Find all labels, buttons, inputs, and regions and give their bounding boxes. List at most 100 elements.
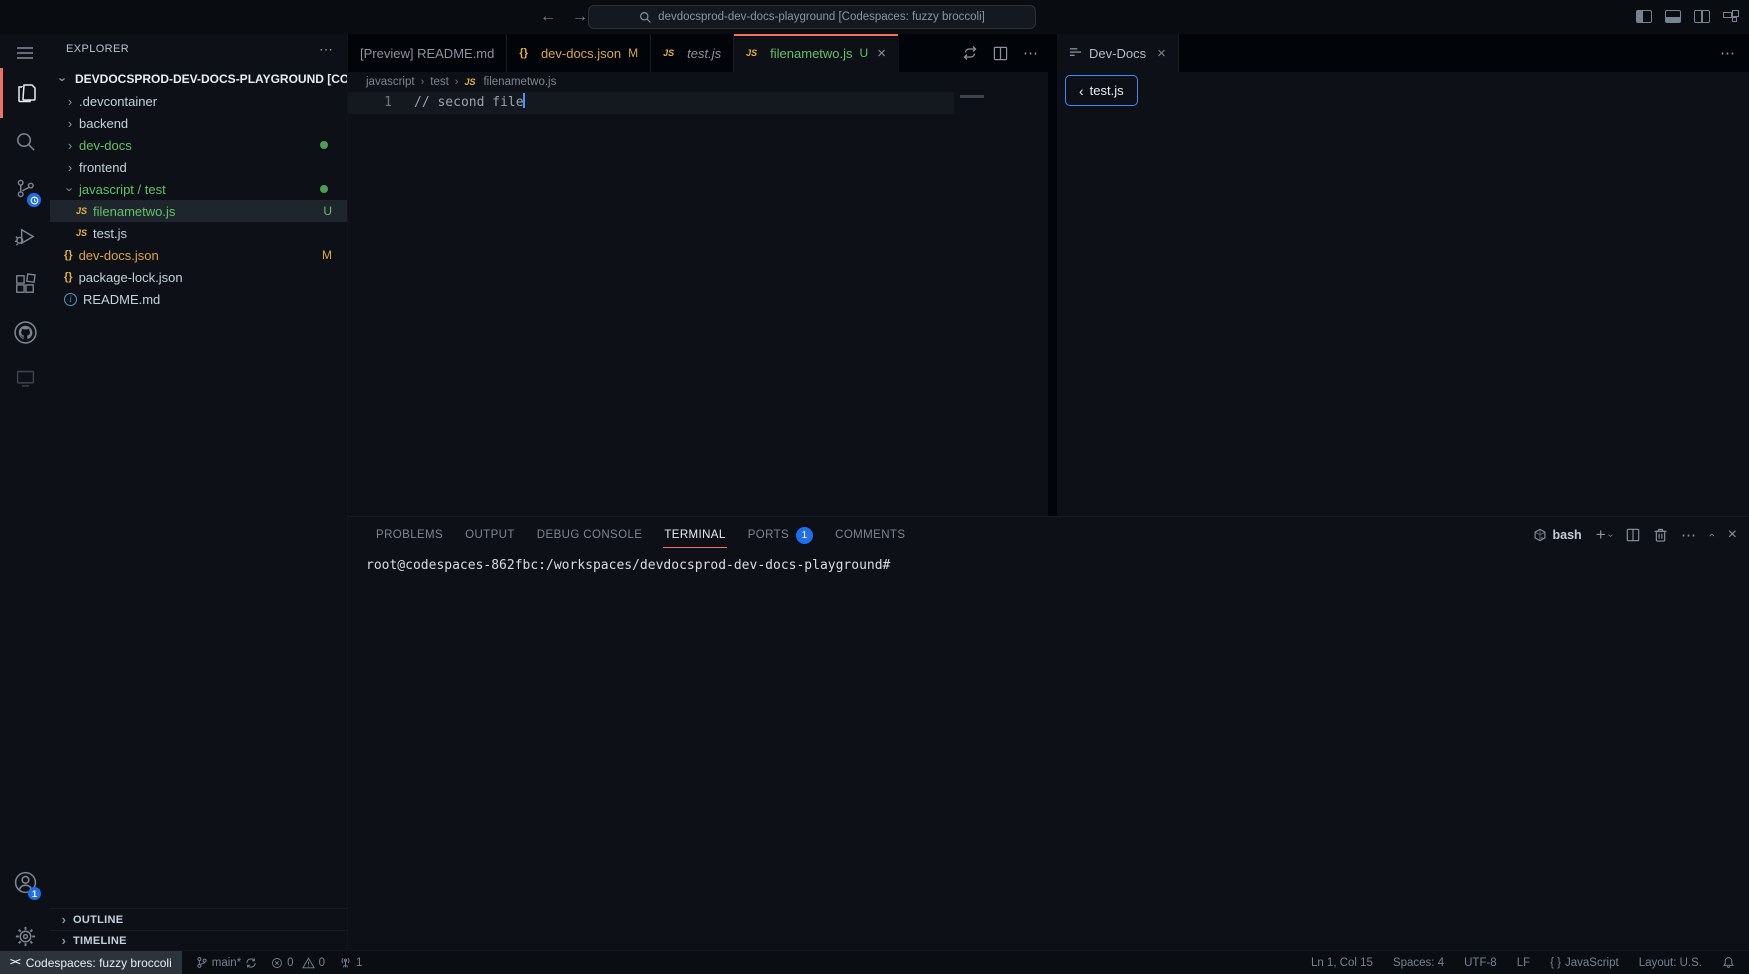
tree-item-label: test.js <box>93 226 127 241</box>
devdocs-more-actions-icon[interactable]: ⋯ <box>1720 34 1735 72</box>
customize-layout-icon[interactable] <box>1723 10 1739 23</box>
close-icon[interactable]: × <box>877 45 886 62</box>
tree-item-frontend[interactable]: ›frontend <box>50 156 347 178</box>
panel-tab-output[interactable]: OUTPUT <box>454 517 526 553</box>
toggle-panel-icon[interactable] <box>1665 10 1681 23</box>
open-changes-icon[interactable] <box>962 45 978 61</box>
breadcrumb-item[interactable]: filenametwo.js <box>483 76 556 88</box>
tree-item-dev-docs[interactable]: ›dev-docs <box>50 134 347 156</box>
terminal-dropdown-icon[interactable]: › <box>1605 533 1616 536</box>
sidebar-actions-icon[interactable]: ⋯ <box>319 41 333 58</box>
forwarded-ports-status[interactable]: 1 <box>339 957 362 969</box>
panel-tab-terminal[interactable]: TERMINAL <box>653 517 736 553</box>
breadcrumb-item[interactable]: test <box>430 76 449 88</box>
editor-group-divider[interactable] <box>1048 34 1057 516</box>
run-debug-icon[interactable] <box>0 212 50 260</box>
command-center-text: devdocsprod-dev-docs-playground [Codespa… <box>658 11 985 23</box>
nav-forward-icon[interactable]: → <box>572 8 588 26</box>
breadcrumb[interactable]: javascript›test›JSfilenametwo.js <box>348 72 1048 92</box>
tree-item-javascript-test[interactable]: ›javascript / test <box>50 178 347 200</box>
tab-dev-docs[interactable]: Dev-Docs × <box>1057 34 1179 72</box>
search-panel-icon[interactable] <box>0 118 50 164</box>
split-editor-icon[interactable] <box>993 46 1008 61</box>
kill-terminal-icon[interactable] <box>1654 528 1667 542</box>
tree-item-label: README.md <box>83 292 160 307</box>
editor-tab-dev-docs-json[interactable]: {}dev-docs.jsonM <box>507 34 651 72</box>
text-cursor <box>523 93 525 108</box>
command-center-search[interactable]: devdocsprod-dev-docs-playground [Codespa… <box>588 5 1036 29</box>
editor-tab--preview-readme-md[interactable]: [Preview] README.md <box>348 34 507 72</box>
nav-back-icon[interactable]: ← <box>540 8 556 26</box>
tree-item--devcontainer[interactable]: ›.devcontainer <box>50 90 347 112</box>
panel-tab-label: PROBLEMS <box>376 529 443 541</box>
warning-count: 0 <box>319 957 325 969</box>
breadcrumb-separator-icon: › <box>421 76 425 88</box>
toggle-secondary-sidebar-icon[interactable] <box>1694 10 1710 23</box>
code-editor-line[interactable]: // second file <box>414 92 525 114</box>
shell-selector[interactable]: bash <box>1533 528 1582 542</box>
status-item-utf-8[interactable]: UTF-8 <box>1464 957 1497 969</box>
git-change-dot-badge <box>320 141 328 149</box>
menu-icon[interactable] <box>0 36 50 70</box>
tree-item-test-js[interactable]: JStest.js <box>50 222 347 244</box>
panel-tab-debug-console[interactable]: DEBUG CONSOLE <box>526 517 654 553</box>
tree-item-dev-docs-json[interactable]: {}dev-docs.jsonM <box>50 244 347 266</box>
status-item-layout-u-s-[interactable]: Layout: U.S. <box>1639 957 1702 969</box>
maximize-panel-icon[interactable]: › <box>1706 533 1718 537</box>
branch-status[interactable]: main* <box>196 956 257 969</box>
toggle-sidebar-icon[interactable] <box>1636 10 1652 23</box>
code-text: // second file <box>414 95 524 110</box>
sidebar-title: EXPLORER <box>66 43 129 55</box>
tree-item-label: dev-docs <box>79 138 132 153</box>
github-icon[interactable] <box>0 308 50 356</box>
timeline-section[interactable]: › TIMELINE <box>50 930 347 950</box>
source-control-icon[interactable] <box>0 164 50 212</box>
panel-more-actions-icon[interactable]: ⋯ <box>1681 526 1696 544</box>
chevron-right-icon: › <box>64 116 76 131</box>
remote-explorer-icon[interactable] <box>0 356 50 400</box>
terminal-prompt[interactable]: root@codespaces-862fbc:/workspaces/devdo… <box>366 557 890 575</box>
status-item-spaces-4[interactable]: Spaces: 4 <box>1393 957 1444 969</box>
problems-status[interactable]: 0 0 <box>271 957 325 969</box>
editor-tab-filenametwo-js[interactable]: JSfilenametwo.jsU× <box>734 34 899 72</box>
outline-section[interactable]: › OUTLINE <box>50 908 347 930</box>
close-icon[interactable]: × <box>1157 45 1166 62</box>
panel-tab-comments[interactable]: COMMENTS <box>824 517 916 553</box>
editor-tab-bar: [Preview] README.md{}dev-docs.jsonMJStes… <box>348 34 1048 72</box>
tree-item-label: .devcontainer <box>79 94 157 109</box>
workspace-root-item[interactable]: › DEVDOCSPROD-DEV-DOCS-PLAYGROUND [CO... <box>50 68 347 90</box>
tree-item-filenametwo-js[interactable]: JSfilenametwo.jsU <box>50 200 347 222</box>
breadcrumb-item[interactable]: javascript <box>366 76 415 88</box>
chevron-right-icon: › <box>64 160 76 175</box>
tree-item-readme-md[interactable]: iREADME.md <box>50 288 347 310</box>
tree-item-label: backend <box>79 116 128 131</box>
tab-label: test.js <box>687 46 721 61</box>
panel-tab-label: DEBUG CONSOLE <box>537 529 643 541</box>
accounts-badge: 1 <box>28 887 41 900</box>
minimap[interactable] <box>960 95 984 98</box>
more-actions-icon[interactable]: ⋯ <box>1023 44 1038 62</box>
tree-item-label: javascript / test <box>79 182 166 197</box>
close-panel-icon[interactable]: × <box>1728 526 1737 544</box>
git-change-dot-badge <box>320 185 328 193</box>
new-terminal-icon[interactable]: + <box>1596 525 1606 545</box>
status-item-lf[interactable]: LF <box>1517 957 1530 969</box>
accounts-icon[interactable]: 1 <box>0 858 50 906</box>
tree-item-backend[interactable]: ›backend <box>50 112 347 134</box>
remote-indicator[interactable]: >< Codespaces: fuzzy broccoli <box>0 951 182 974</box>
timeline-label: TIMELINE <box>73 935 127 947</box>
workspace-root-label: DEVDOCSPROD-DEV-DOCS-PLAYGROUND [CO... <box>75 72 347 86</box>
notifications-bell-icon[interactable] <box>1722 956 1735 969</box>
tree-item-package-lock-json[interactable]: {}package-lock.json <box>50 266 347 288</box>
status-item-ln-1-col-15[interactable]: Ln 1, Col 15 <box>1311 957 1373 969</box>
explorer-icon[interactable] <box>0 68 50 118</box>
panel-tab-ports[interactable]: PORTS1 <box>737 517 824 553</box>
chevron-left-icon: ‹ <box>1079 83 1084 99</box>
panel-tab-problems[interactable]: PROBLEMS <box>365 517 454 553</box>
back-to-file-button[interactable]: ‹ test.js <box>1065 75 1138 106</box>
editor-tab-test-js[interactable]: JStest.js <box>651 34 734 72</box>
split-terminal-icon[interactable] <box>1626 528 1640 542</box>
status-item-javascript[interactable]: { }JavaScript <box>1550 957 1619 969</box>
activity-bar: 1 <box>0 34 50 950</box>
extensions-icon[interactable] <box>0 260 50 308</box>
